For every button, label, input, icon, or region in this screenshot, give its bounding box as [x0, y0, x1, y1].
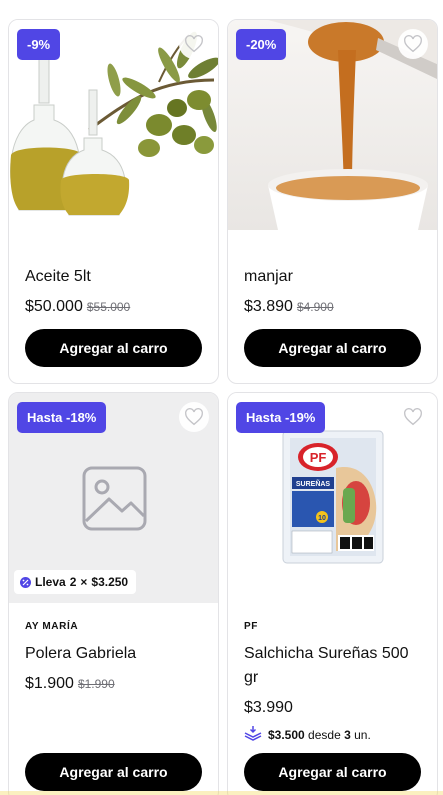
- old-price: $55.000: [86, 300, 131, 314]
- product-card[interactable]: -20% manjar $3.890 $4.900 Agregar al car…: [227, 19, 438, 384]
- product-brand: AY MARÍA: [25, 621, 79, 632]
- discount-badge: -9%: [17, 29, 61, 60]
- product-card[interactable]: Hasta -18% Lleva 2 × $3.250 AY MARÍA Pol…: [8, 392, 219, 795]
- promo-prefix: Lleva: [35, 575, 66, 589]
- old-price: $4.900: [296, 300, 334, 314]
- add-to-cart-button[interactable]: Agregar al carro: [244, 753, 421, 791]
- current-price: $1.900: [25, 675, 74, 692]
- product-title[interactable]: manjar: [244, 265, 421, 289]
- bundle-promo-badge: Lleva 2 × $3.250: [14, 570, 137, 594]
- package-name: SUREÑAS: [296, 479, 331, 488]
- product-card[interactable]: PF SUREÑAS 10 Hasta -19% PF Salchicha Su…: [227, 392, 438, 795]
- stack-discount-icon: [244, 725, 262, 744]
- product-title[interactable]: Aceite 5lt: [25, 265, 202, 289]
- package-logo: PF: [310, 450, 327, 465]
- promo-qty: 2: [69, 575, 77, 589]
- price-row: $3.890 $4.900: [244, 298, 421, 316]
- price-row: $50.000 $55.000: [25, 298, 202, 316]
- current-price: $3.990: [244, 699, 293, 716]
- price-row: $1.900 $1.990: [25, 675, 202, 693]
- favorite-heart-icon[interactable]: [398, 29, 428, 59]
- price-row: $3.990: [244, 699, 421, 717]
- tier-unit: un.: [354, 727, 371, 742]
- product-title[interactable]: Polera Gabriela: [25, 642, 202, 666]
- add-to-cart-button[interactable]: Agregar al carro: [25, 753, 202, 791]
- product-brand: PF: [244, 621, 258, 632]
- favorite-heart-icon[interactable]: [179, 402, 209, 432]
- promo-times: ×: [80, 575, 88, 589]
- tier-amount: $3.500: [268, 727, 305, 742]
- product-card[interactable]: -9% Aceite 5lt $50.000 $55.000 Agregar a…: [8, 19, 219, 384]
- package-count: 10: [318, 515, 326, 522]
- tier-qty: 3: [344, 727, 351, 742]
- current-price: $3.890: [244, 298, 293, 315]
- tier-middle: desde: [308, 727, 341, 742]
- discount-badge: Hasta -19%: [236, 402, 326, 433]
- current-price: $50.000: [25, 298, 83, 315]
- favorite-heart-icon[interactable]: [398, 402, 428, 432]
- page-bottom-edge: [0, 791, 443, 795]
- add-to-cart-button[interactable]: Agregar al carro: [25, 329, 202, 367]
- favorite-heart-icon[interactable]: [179, 29, 209, 59]
- volume-discount: $3.500 desde 3 un.: [244, 725, 421, 744]
- product-title[interactable]: Salchicha Sureñas 500 gr: [244, 642, 421, 690]
- promo-amount: $3.250: [91, 575, 129, 589]
- percent-icon: [20, 576, 31, 588]
- discount-badge: -20%: [236, 29, 287, 60]
- old-price: $1.990: [77, 677, 115, 691]
- discount-badge: Hasta -18%: [17, 402, 107, 433]
- add-to-cart-button[interactable]: Agregar al carro: [244, 329, 421, 367]
